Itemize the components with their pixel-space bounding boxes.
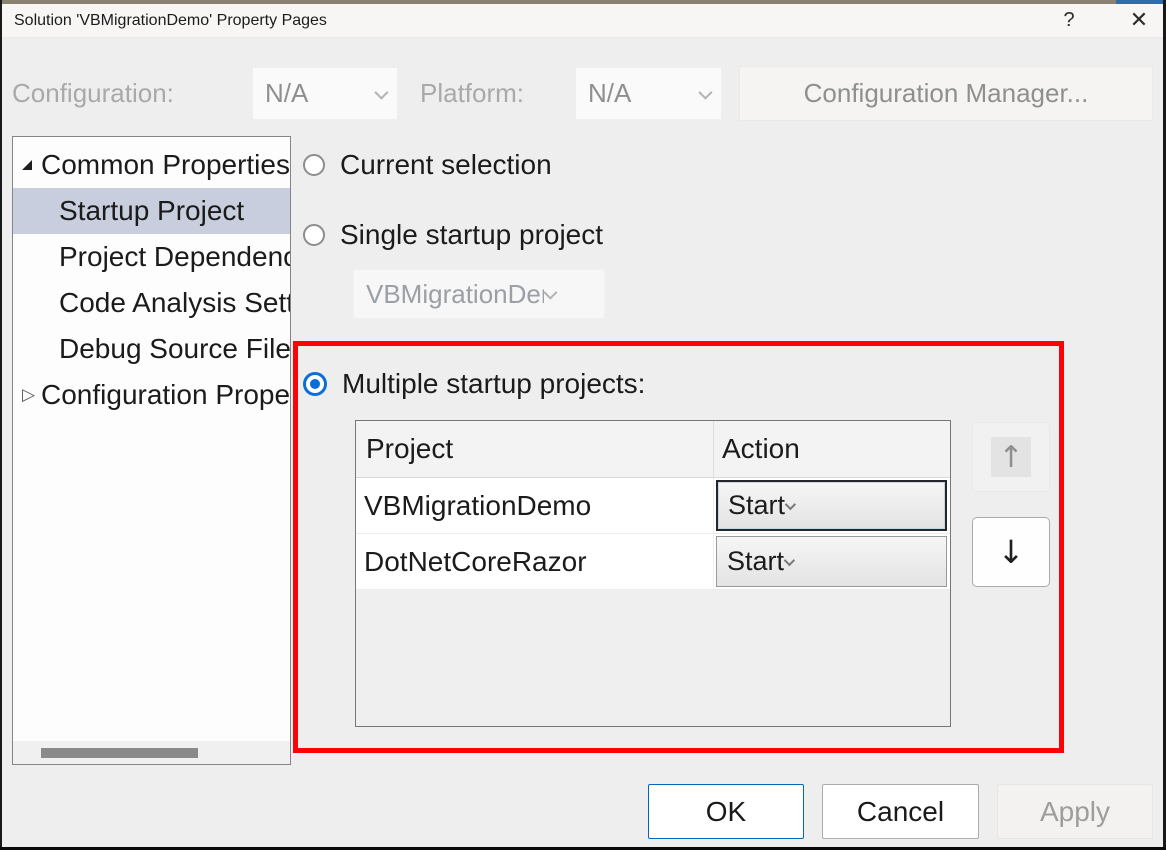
action-cell: Start bbox=[714, 534, 950, 589]
tree-item-label: Common Properties bbox=[13, 142, 290, 188]
apply-button[interactable]: Apply bbox=[997, 784, 1153, 839]
chevron-down-icon bbox=[698, 85, 712, 99]
ok-button[interactable]: OK bbox=[648, 784, 804, 839]
project-name-cell: VBMigrationDemo bbox=[356, 478, 714, 533]
configuration-manager-button[interactable]: Configuration Manager... bbox=[739, 66, 1153, 121]
action-value: Start bbox=[727, 546, 784, 577]
chevron-down-icon bbox=[543, 286, 557, 300]
radio-label: Current selection bbox=[340, 149, 552, 181]
property-pages-tree: Common Properties Startup Project Projec… bbox=[12, 136, 291, 765]
tree-item-configuration-properties[interactable]: ▷ Configuration Properties bbox=[13, 372, 290, 418]
configuration-label: Configuration: bbox=[12, 66, 174, 121]
tree-item-code-analysis-settings[interactable]: Code Analysis Settings bbox=[13, 280, 290, 326]
column-header-project: Project bbox=[356, 421, 714, 477]
cancel-button[interactable]: Cancel bbox=[822, 784, 979, 839]
tree-item-project-dependencies[interactable]: Project Dependencies bbox=[13, 234, 290, 280]
move-down-button[interactable]: ↓ bbox=[972, 517, 1050, 587]
tree-item-startup-project[interactable]: Startup Project bbox=[13, 188, 290, 234]
table-row[interactable]: DotNetCoreRazor Start bbox=[356, 534, 950, 590]
down-arrow-icon: ↓ bbox=[998, 533, 1025, 571]
platform-select[interactable]: N/A bbox=[575, 67, 722, 120]
radio-selected-icon[interactable] bbox=[303, 372, 327, 396]
chevron-down-icon bbox=[784, 554, 795, 565]
tree-item-label: Project Dependencies bbox=[13, 234, 290, 280]
platform-value: N/A bbox=[588, 78, 699, 109]
window-title: Solution 'VBMigrationDemo' Property Page… bbox=[14, 12, 327, 30]
radio-single-startup-project[interactable]: Single startup project bbox=[303, 214, 603, 256]
single-startup-project-value: VBMigrationDemo bbox=[366, 279, 544, 310]
column-header-action: Action bbox=[714, 433, 950, 465]
radio-label: Multiple startup projects: bbox=[342, 368, 645, 400]
title-bar: Solution 'VBMigrationDemo' Property Page… bbox=[2, 4, 1163, 38]
tree-item-debug-source-files[interactable]: Debug Source Files bbox=[13, 326, 290, 372]
configuration-select[interactable]: N/A bbox=[252, 67, 398, 120]
project-name-cell: DotNetCoreRazor bbox=[356, 534, 714, 589]
configuration-value: N/A bbox=[265, 78, 375, 109]
scrollbar-thumb[interactable] bbox=[41, 748, 198, 758]
tree-item-label: Code Analysis Settings bbox=[13, 280, 290, 326]
move-up-button[interactable]: ↑ bbox=[972, 422, 1050, 492]
up-arrow-icon: ↑ bbox=[991, 437, 1031, 477]
action-value: Start bbox=[728, 490, 785, 521]
action-select[interactable]: Start bbox=[716, 536, 947, 587]
radio-icon[interactable] bbox=[303, 224, 325, 246]
platform-label: Platform: bbox=[420, 66, 524, 121]
tree-item-label: Startup Project bbox=[13, 188, 290, 234]
chevron-down-icon bbox=[785, 498, 796, 509]
startup-projects-table: Project Action VBMigrationDemo Start Dot… bbox=[355, 420, 951, 727]
tree-expanded-icon[interactable] bbox=[22, 142, 32, 188]
tree-item-label: Configuration Properties bbox=[13, 372, 290, 418]
close-button[interactable]: ✕ bbox=[1118, 5, 1160, 35]
radio-current-selection[interactable]: Current selection bbox=[303, 144, 552, 186]
radio-multiple-startup-projects[interactable]: Multiple startup projects: bbox=[303, 363, 645, 405]
tree-item-common-properties[interactable]: Common Properties bbox=[13, 142, 290, 188]
window-left-border bbox=[0, 0, 2, 850]
table-header: Project Action bbox=[356, 421, 950, 478]
action-cell: Start bbox=[714, 478, 950, 533]
action-select[interactable]: Start bbox=[716, 480, 947, 531]
chevron-down-icon bbox=[374, 85, 388, 99]
help-button[interactable]: ? bbox=[1048, 5, 1090, 35]
tree-item-label: Debug Source Files bbox=[13, 326, 290, 372]
table-row[interactable]: VBMigrationDemo Start bbox=[356, 478, 950, 534]
radio-icon[interactable] bbox=[303, 154, 325, 176]
radio-label: Single startup project bbox=[340, 219, 603, 251]
single-startup-project-select[interactable]: VBMigrationDemo bbox=[353, 269, 605, 319]
tree-collapsed-icon[interactable]: ▷ bbox=[22, 372, 35, 418]
tree-horizontal-scrollbar[interactable] bbox=[13, 741, 290, 764]
